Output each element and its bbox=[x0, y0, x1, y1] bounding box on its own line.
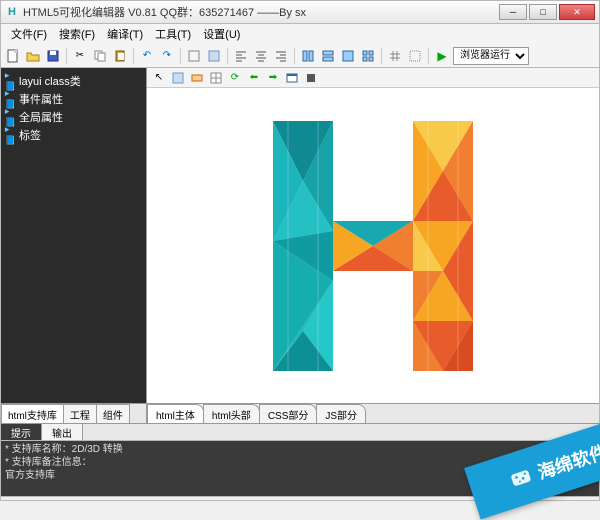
save-icon[interactable] bbox=[44, 47, 62, 65]
toolbar-separator bbox=[227, 48, 228, 64]
menu-file[interactable]: 文件(F) bbox=[5, 24, 53, 44]
tool-icon[interactable] bbox=[205, 47, 223, 65]
window-title: HTML5可视化编辑器 V0.81 QQ群：635271467 ——By sx bbox=[23, 4, 497, 20]
undo-icon[interactable]: ↶ bbox=[138, 47, 156, 65]
paste-icon[interactable] bbox=[111, 47, 129, 65]
console-tabstrip: 提示 输出 bbox=[0, 423, 600, 441]
tab-output[interactable]: 输出 bbox=[42, 424, 83, 440]
window-icon[interactable] bbox=[284, 70, 300, 86]
grid-icon[interactable] bbox=[406, 47, 424, 65]
toolbar-separator bbox=[428, 48, 429, 64]
maximize-button[interactable]: □ bbox=[529, 4, 557, 20]
tree-item-label: 全局属性 bbox=[19, 109, 63, 125]
left-tabstrip: html支持库 工程 组件 bbox=[1, 403, 146, 423]
tab-css[interactable]: CSS部分 bbox=[259, 404, 318, 423]
main-split: ▸📘layui class类 ▸📘事件属性 ▸📘全局属性 ▸📘标签 html支持… bbox=[0, 68, 600, 423]
menu-bar: 文件(F) 搜索(F) 编译(T) 工具(T) 设置(U) bbox=[0, 24, 600, 44]
tree-item[interactable]: ▸📘layui class类 bbox=[3, 72, 144, 90]
book-icon: ▸📘 bbox=[5, 76, 16, 87]
tab-html-library[interactable]: html支持库 bbox=[1, 404, 64, 423]
canvas-toolbar: ↖ ⟳ ⬅ ➡ bbox=[147, 68, 599, 88]
layout-icon[interactable] bbox=[339, 47, 357, 65]
book-icon: ▸📘 bbox=[5, 112, 16, 123]
layout-icon[interactable] bbox=[170, 70, 186, 86]
table-icon[interactable] bbox=[208, 70, 224, 86]
right-tabstrip: html主体 html头部 CSS部分 JS部分 bbox=[147, 403, 599, 423]
tree-item-label: 标签 bbox=[19, 127, 41, 143]
tab-components[interactable]: 组件 bbox=[96, 404, 130, 423]
toolbar-separator bbox=[381, 48, 382, 64]
arrow-right-icon[interactable]: ➡ bbox=[265, 70, 281, 86]
menu-compile[interactable]: 编译(T) bbox=[101, 24, 149, 44]
redo-icon[interactable]: ↷ bbox=[158, 47, 176, 65]
book-icon: ▸📘 bbox=[5, 130, 16, 141]
right-panel: ↖ ⟳ ⬅ ➡ bbox=[146, 68, 599, 423]
layout-icon[interactable] bbox=[299, 47, 317, 65]
app-icon: H bbox=[5, 5, 19, 19]
arrow-left-icon[interactable]: ⬅ bbox=[246, 70, 262, 86]
book-icon: ▸📘 bbox=[5, 94, 16, 105]
toolbar-separator bbox=[133, 48, 134, 64]
toolbar-separator bbox=[180, 48, 181, 64]
cut-icon[interactable]: ✂ bbox=[71, 47, 89, 65]
tab-js[interactable]: JS部分 bbox=[316, 404, 366, 423]
h-logo-image bbox=[243, 111, 503, 381]
watermark-text: 海绵软件 bbox=[534, 438, 600, 485]
main-toolbar: ✂ ↶ ↷ ▶ 浏览器运行 bbox=[0, 44, 600, 68]
refresh-icon[interactable]: ⟳ bbox=[227, 70, 243, 86]
tree-item[interactable]: ▸📘事件属性 bbox=[3, 90, 144, 108]
grid-icon[interactable] bbox=[386, 47, 404, 65]
left-panel: ▸📘layui class类 ▸📘事件属性 ▸📘全局属性 ▸📘标签 html支持… bbox=[1, 68, 146, 423]
tab-hints[interactable]: 提示 bbox=[1, 424, 42, 440]
menu-tools[interactable]: 工具(T) bbox=[149, 24, 197, 44]
layout-icon[interactable] bbox=[359, 47, 377, 65]
div-icon[interactable] bbox=[189, 70, 205, 86]
window-titlebar: H HTML5可视化编辑器 V0.81 QQ群：635271467 ——By s… bbox=[0, 0, 600, 24]
close-button[interactable]: ✕ bbox=[559, 4, 595, 20]
tab-html-body[interactable]: html主体 bbox=[147, 404, 204, 423]
sponge-icon bbox=[506, 463, 536, 493]
run-target-select[interactable]: 浏览器运行 bbox=[453, 47, 529, 65]
tree-item[interactable]: ▸📘标签 bbox=[3, 126, 144, 144]
tab-html-head[interactable]: html头部 bbox=[203, 404, 260, 423]
align-left-icon[interactable] bbox=[232, 47, 250, 65]
toolbar-separator bbox=[294, 48, 295, 64]
tab-project[interactable]: 工程 bbox=[63, 404, 97, 423]
block-icon[interactable] bbox=[303, 70, 319, 86]
menu-settings[interactable]: 设置(U) bbox=[197, 24, 246, 44]
minimize-button[interactable]: ─ bbox=[499, 4, 527, 20]
tree-item-label: layui class类 bbox=[19, 73, 81, 89]
align-right-icon[interactable] bbox=[272, 47, 290, 65]
align-center-icon[interactable] bbox=[252, 47, 270, 65]
tree-item[interactable]: ▸📘全局属性 bbox=[3, 108, 144, 126]
toolbar-separator bbox=[66, 48, 67, 64]
window-controls: ─ □ ✕ bbox=[497, 4, 595, 20]
tree-item-label: 事件属性 bbox=[19, 91, 63, 107]
pointer-icon[interactable]: ↖ bbox=[151, 70, 167, 86]
new-file-icon[interactable] bbox=[4, 47, 22, 65]
menu-search[interactable]: 搜索(F) bbox=[53, 24, 101, 44]
tool-icon[interactable] bbox=[185, 47, 203, 65]
run-icon[interactable]: ▶ bbox=[433, 47, 451, 65]
design-canvas[interactable] bbox=[147, 88, 599, 403]
open-folder-icon[interactable] bbox=[24, 47, 42, 65]
copy-icon[interactable] bbox=[91, 47, 109, 65]
library-tree: ▸📘layui class类 ▸📘事件属性 ▸📘全局属性 ▸📘标签 bbox=[1, 68, 146, 403]
layout-icon[interactable] bbox=[319, 47, 337, 65]
